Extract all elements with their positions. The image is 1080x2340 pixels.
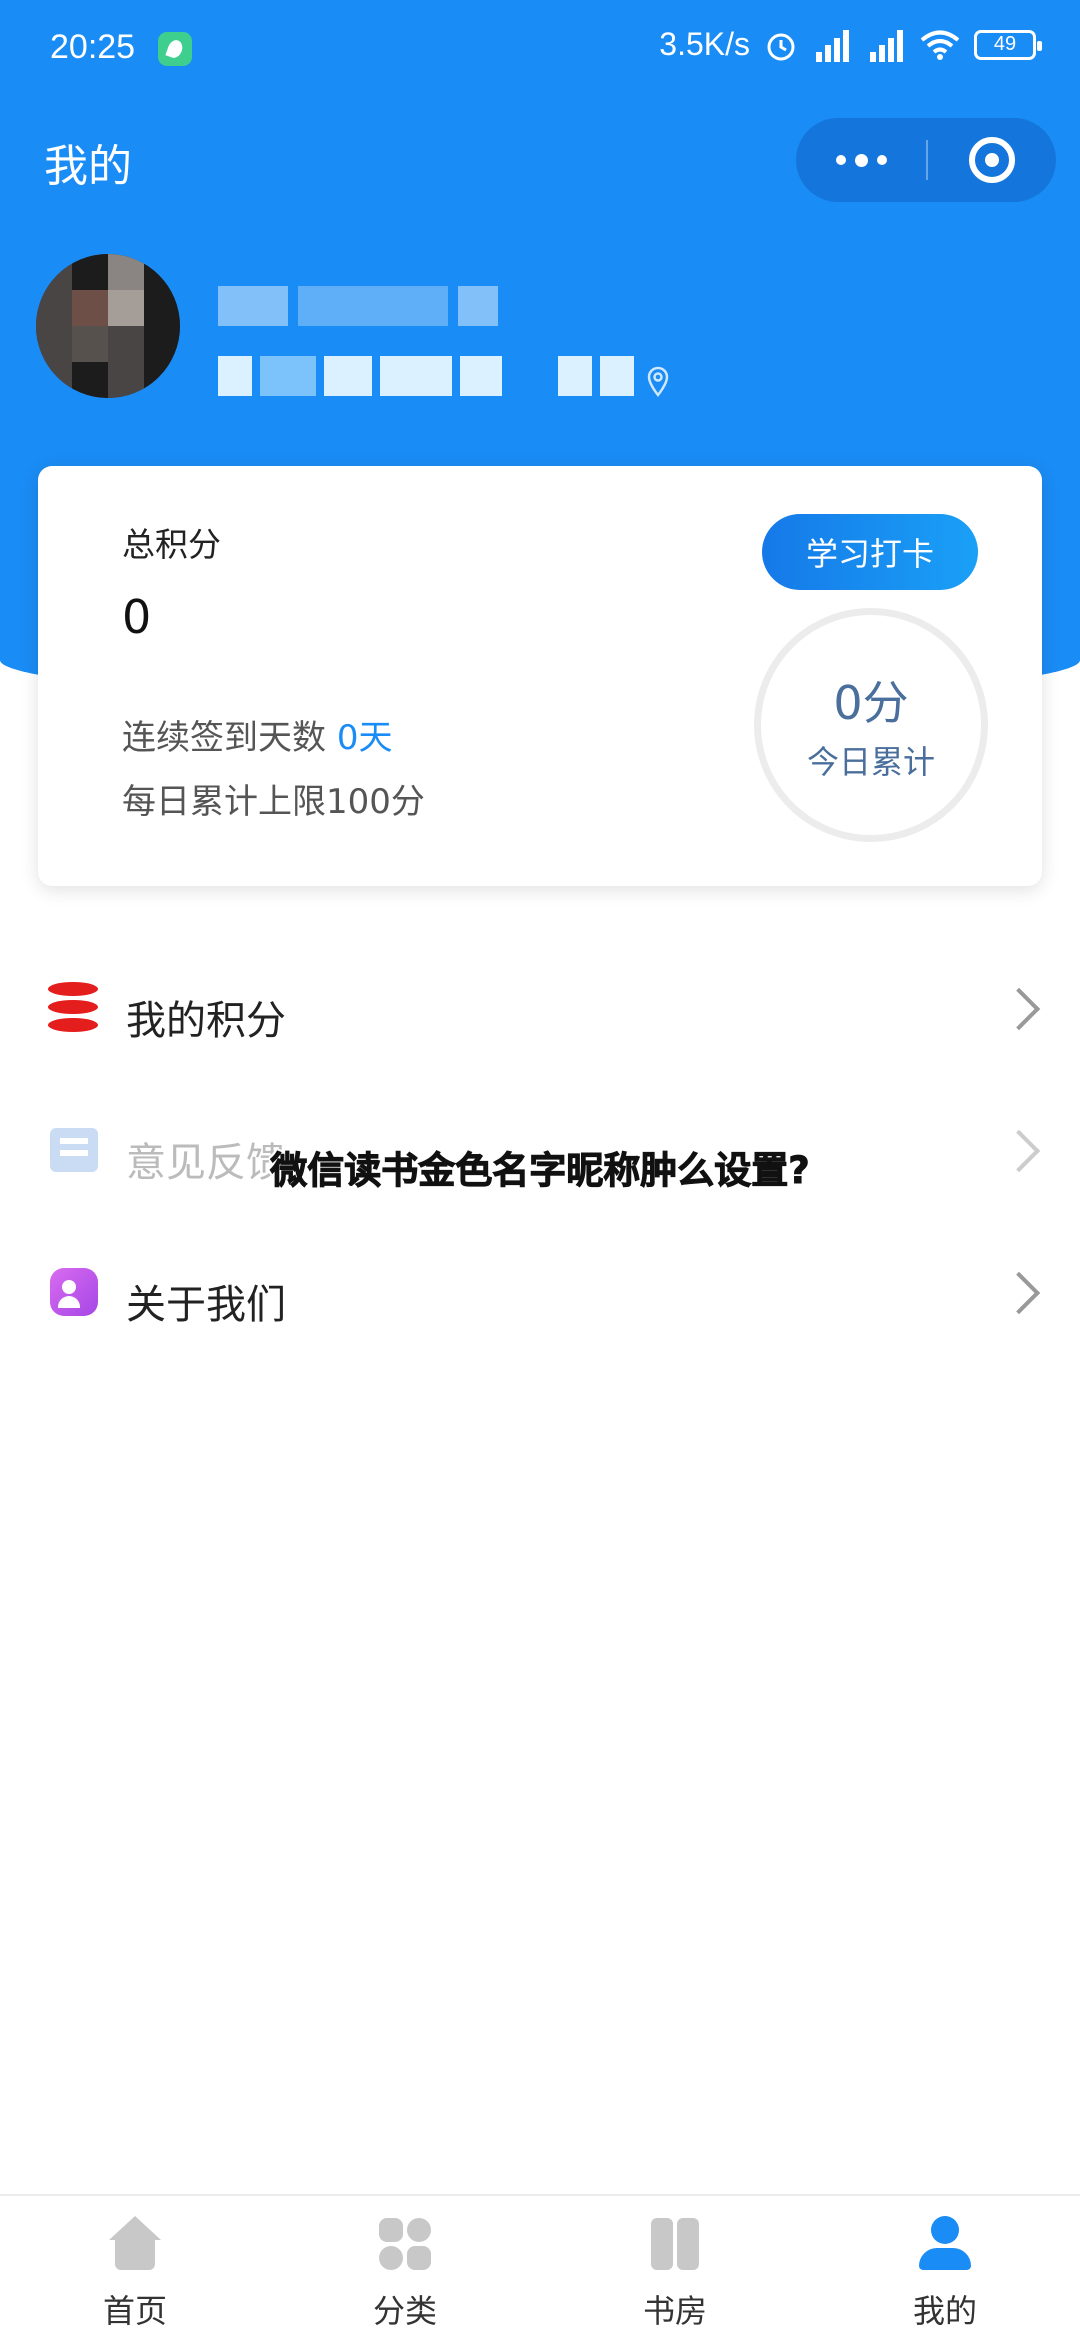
avatar[interactable] — [36, 254, 180, 398]
status-indicators: 3.5K/s 49 — [659, 26, 1042, 63]
miniprogram-capsule — [796, 118, 1056, 202]
status-bar: 20:25 3.5K/s 49 — [0, 0, 1080, 96]
nav-profile[interactable]: 我的 — [810, 2196, 1080, 2340]
checkin-streak-days: 0天 — [336, 718, 393, 758]
bottom-nav: 首页 分类 书房 我的 — [0, 2194, 1080, 2340]
total-points-label: 总积分 — [122, 525, 221, 564]
battery-level: 49 — [993, 33, 1017, 55]
overlay-caption: 微信读书金色名字昵称肿么设置? — [270, 1149, 810, 1193]
today-points-label: 今日累计 — [806, 743, 935, 781]
nav-label: 首页 — [102, 2292, 167, 2330]
nav-label: 我的 — [912, 2292, 977, 2330]
more-dot-icon — [835, 155, 846, 165]
nav-label: 书房 — [642, 2292, 707, 2330]
study-checkin-button[interactable]: 学习打卡 — [762, 514, 978, 590]
total-points-value: 0 — [122, 590, 152, 644]
nav-home[interactable]: 首页 — [0, 2196, 270, 2340]
nav-bookshelf[interactable]: 书房 — [540, 2196, 810, 2340]
today-points-ring: 0分 今日累计 — [754, 608, 988, 842]
home-icon — [107, 2216, 163, 2272]
menu-item-label: 关于我们 — [126, 1282, 286, 1328]
status-time: 20:25 — [50, 28, 136, 66]
more-dot-icon — [876, 155, 887, 165]
network-speed: 3.5K/s — [659, 26, 750, 62]
chevron-right-icon — [997, 987, 1041, 1031]
target-close-icon — [969, 137, 1015, 183]
location-icon — [647, 366, 669, 397]
nickname-redacted — [218, 286, 498, 326]
more-dot-icon — [854, 153, 868, 167]
points-card: 总积分 0 连续签到天数 0天 每日累计上限100分 学习打卡 0分 今日累计 — [38, 466, 1042, 886]
nav-label: 分类 — [372, 2292, 437, 2330]
today-points-value: 0分 — [833, 676, 909, 730]
about-us-icon — [50, 1268, 98, 1316]
chevron-right-icon — [997, 1271, 1041, 1315]
wifi-icon — [920, 30, 960, 60]
close-miniprogram-button[interactable] — [928, 118, 1056, 202]
menu-item-label: 我的积分 — [126, 998, 286, 1044]
user-info-redacted — [218, 356, 634, 396]
menu-item-my-points[interactable]: 我的积分 — [0, 952, 1080, 1072]
app-notification-icon — [158, 32, 192, 66]
category-icon — [377, 2216, 433, 2272]
alarm-icon — [767, 33, 795, 60]
checkin-streak-label: 连续签到天数 — [122, 718, 337, 758]
checkin-streak: 连续签到天数 0天 — [122, 710, 392, 759]
nav-category[interactable]: 分类 — [270, 2196, 540, 2340]
signal-icon-2 — [866, 28, 906, 62]
battery-icon: 49 — [974, 29, 1042, 60]
profile-icon — [917, 2216, 973, 2272]
page-title: 我的 — [44, 141, 132, 192]
more-options-button[interactable] — [796, 118, 926, 202]
signal-icon — [812, 28, 852, 62]
bookshelf-icon — [647, 2216, 703, 2272]
daily-limit-text: 每日累计上限100分 — [122, 782, 425, 822]
menu-item-about-us[interactable]: 关于我们 — [0, 1236, 1080, 1356]
coins-stack-icon — [48, 982, 98, 1034]
